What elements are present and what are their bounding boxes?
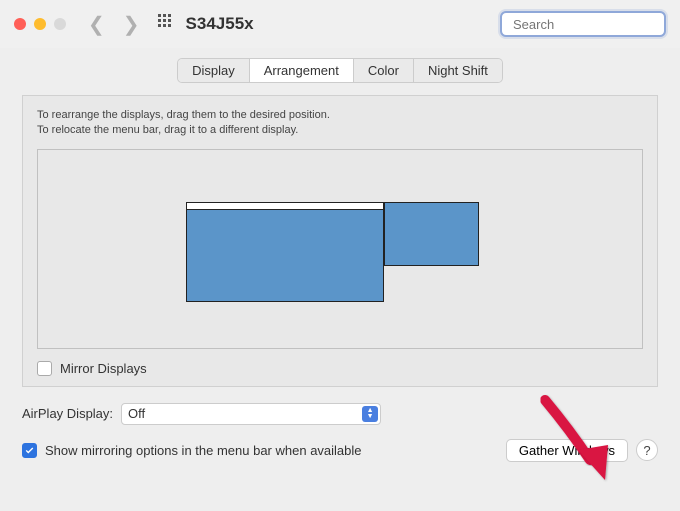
tab-arrangement[interactable]: Arrangement	[250, 59, 354, 82]
window-titlebar: ❮ ❯ S34J55x	[0, 0, 680, 48]
show-all-icon[interactable]	[158, 14, 174, 35]
display-primary[interactable]	[186, 202, 384, 302]
gather-windows-button[interactable]: Gather Windows	[506, 439, 628, 462]
show-mirroring-checkbox[interactable]	[22, 443, 37, 458]
window-controls	[14, 18, 66, 30]
window-title: S34J55x	[186, 14, 254, 34]
tab-bar: Display Arrangement Color Night Shift	[22, 58, 658, 83]
tab-night-shift[interactable]: Night Shift	[414, 59, 502, 82]
show-mirroring-label: Show mirroring options in the menu bar w…	[45, 443, 362, 458]
airplay-label: AirPlay Display:	[22, 406, 113, 421]
mirror-displays-label: Mirror Displays	[60, 361, 147, 376]
nav-buttons: ❮ ❯	[88, 12, 140, 37]
tab-display[interactable]: Display	[178, 59, 250, 82]
select-stepper-icon: ▲▼	[362, 406, 378, 422]
close-window-button[interactable]	[14, 18, 26, 30]
zoom-window-button[interactable]	[54, 18, 66, 30]
forward-button[interactable]: ❯	[123, 12, 140, 37]
airplay-select[interactable]: Off ▲▼	[121, 403, 381, 425]
display-arrangement-canvas[interactable]	[37, 149, 643, 349]
airplay-value: Off	[128, 406, 145, 421]
arrangement-pane: To rearrange the displays, drag them to …	[22, 95, 658, 387]
instructions-line2: To relocate the menu bar, drag it to a d…	[37, 123, 643, 138]
instructions-line1: To rearrange the displays, drag them to …	[37, 108, 643, 123]
help-button[interactable]: ?	[636, 439, 658, 461]
search-input[interactable]	[513, 17, 680, 32]
tab-color[interactable]: Color	[354, 59, 414, 82]
search-field[interactable]	[500, 11, 666, 37]
minimize-window-button[interactable]	[34, 18, 46, 30]
display-secondary[interactable]	[384, 202, 479, 266]
back-button[interactable]: ❮	[88, 12, 105, 37]
mirror-displays-checkbox[interactable]	[37, 361, 52, 376]
